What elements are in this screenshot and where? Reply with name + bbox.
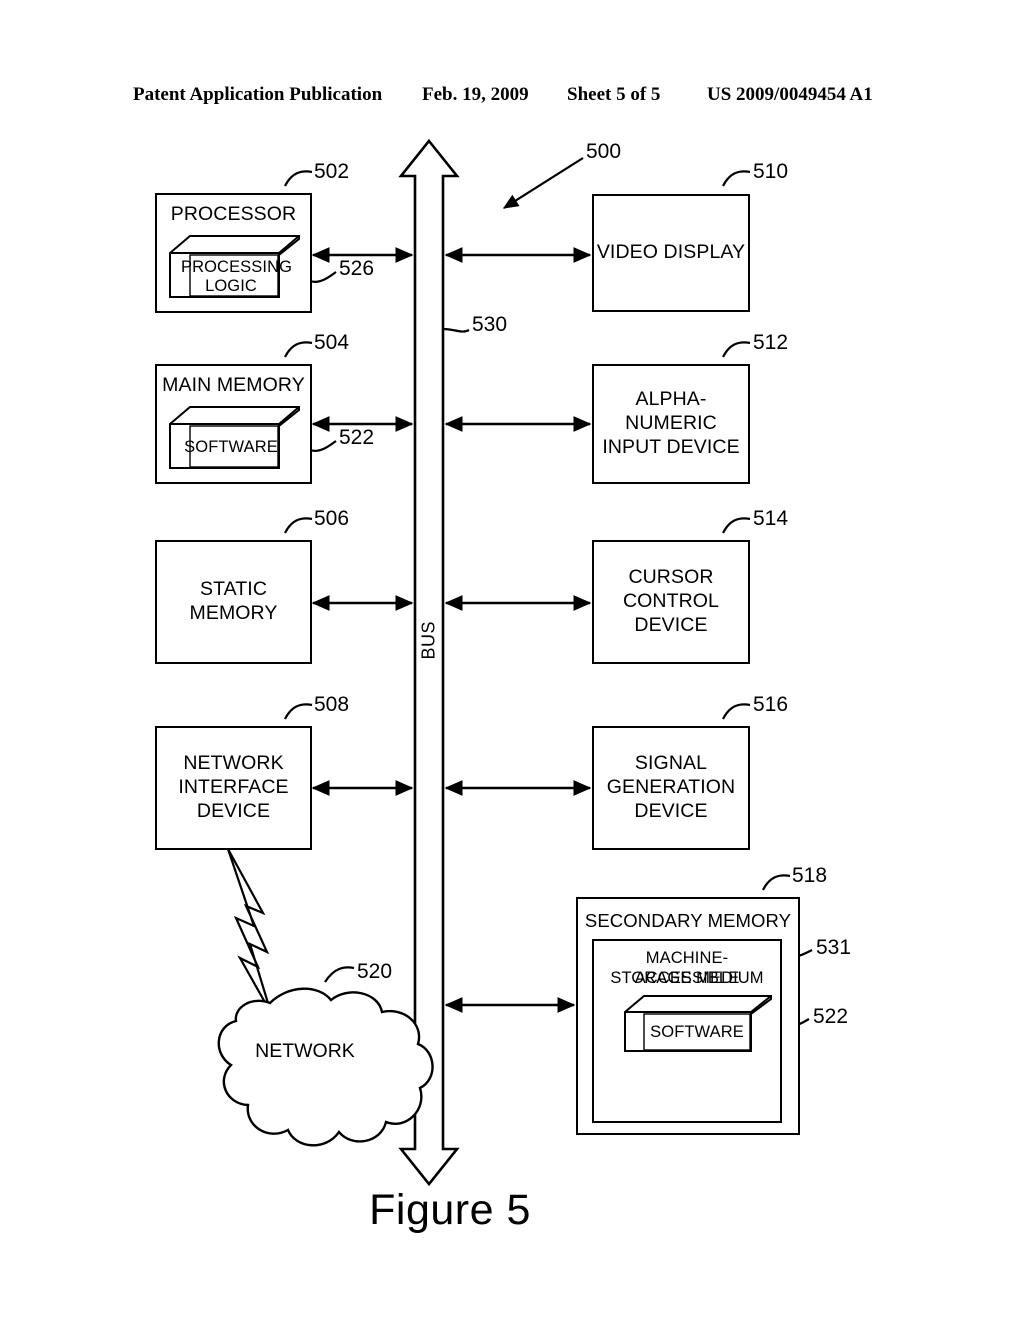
ref-502: 502 [314,160,350,183]
block-machine-accessible-storage-medium[interactable]: MACHINE-ACCESSIBLE STORAGE MEDIUM SOFTWA… [592,939,782,1123]
ref-530: 530 [472,313,508,336]
block-cursor-control-device[interactable]: CURSOR CONTROL DEVICE [592,540,750,664]
block-network-interface-device[interactable]: NETWORK INTERFACE DEVICE [155,726,312,850]
software-3d-box-secondary-memory: SOFTWARE [622,993,774,1055]
block-static-memory[interactable]: STATIC MEMORY [155,540,312,664]
ref-510: 510 [753,160,789,183]
block-processor-title: PROCESSOR [170,203,297,225]
ref-518: 518 [792,864,828,887]
ref-512: 512 [753,331,789,354]
figure-line-art [217,138,813,1187]
block-static-memory-title: STATIC MEMORY [189,578,278,624]
lightning-bolt-icon [226,848,273,1014]
bus-label: BUS [418,620,439,660]
processing-logic-3d-box: PROCESSING LOGIC [167,233,302,301]
leader-518 [762,874,791,891]
nid-line1: NETWORK [183,752,284,775]
ref-526: 526 [339,257,375,280]
leader-506 [284,517,313,534]
ccd-line2: CONTROL [622,590,720,613]
block-processor[interactable]: PROCESSOR PROCESSING LOGIC [155,193,312,313]
block-video-display-title: VIDEO DISPLAY [596,241,746,264]
leader-504 [284,341,313,358]
ani-line1: ALPHA-NUMERIC [625,388,717,435]
sgd-line1: SIGNAL [634,752,708,775]
leader-502 [284,170,313,187]
nid-line2: INTERFACE [178,776,289,799]
block-main-memory[interactable]: MAIN MEMORY SOFTWARE [155,364,312,484]
ref-516: 516 [753,693,789,716]
ref-522-main: 522 [339,426,375,449]
ref-508: 508 [314,693,350,716]
masm-line2: STORAGE MEDIUM [610,969,764,987]
leader-500 [502,157,584,209]
leader-520 [324,966,355,983]
block-video-display[interactable]: VIDEO DISPLAY [592,194,750,312]
nid-line3: DEVICE [196,799,271,822]
patent-figure-5: PROCESSOR PROCESSING LOGIC 502 526 MAIN … [0,0,1024,1320]
figure-caption: Figure 5 [369,1186,531,1234]
leader-516 [722,703,751,720]
network-cloud-label: NETWORK [255,1040,355,1062]
block-alpha-numeric-input-device[interactable]: ALPHA-NUMERIC INPUT DEVICE [592,364,750,484]
ccd-line1: CURSOR [628,566,714,589]
leader-530 [442,327,470,333]
leader-514 [722,517,751,534]
ref-531: 531 [816,936,852,959]
ref-506: 506 [314,507,350,530]
network-cloud-icon [217,987,434,1147]
ref-520: 520 [357,960,393,983]
ref-522-secondary: 522 [813,1005,849,1028]
block-secondary-memory[interactable]: SECONDARY MEMORY MACHINE-ACCESSIBLE STOR… [576,897,800,1135]
ref-504: 504 [314,331,350,354]
ref-514: 514 [753,507,789,530]
leader-512 [722,341,751,358]
sgd-line3: DEVICE [634,799,708,822]
sgd-line2: GENERATION [606,776,736,799]
software-3d-box-main-memory: SOFTWARE [167,404,302,472]
ref-500: 500 [586,140,622,163]
ani-line2: INPUT DEVICE [602,435,740,458]
ccd-line3: DEVICE [634,613,708,636]
leader-508 [284,703,313,720]
block-secondary-memory-title: SECONDARY MEMORY [584,910,792,931]
block-main-memory-title: MAIN MEMORY [162,374,305,396]
block-signal-generation-device[interactable]: SIGNAL GENERATION DEVICE [592,726,750,850]
leader-510 [722,170,751,187]
